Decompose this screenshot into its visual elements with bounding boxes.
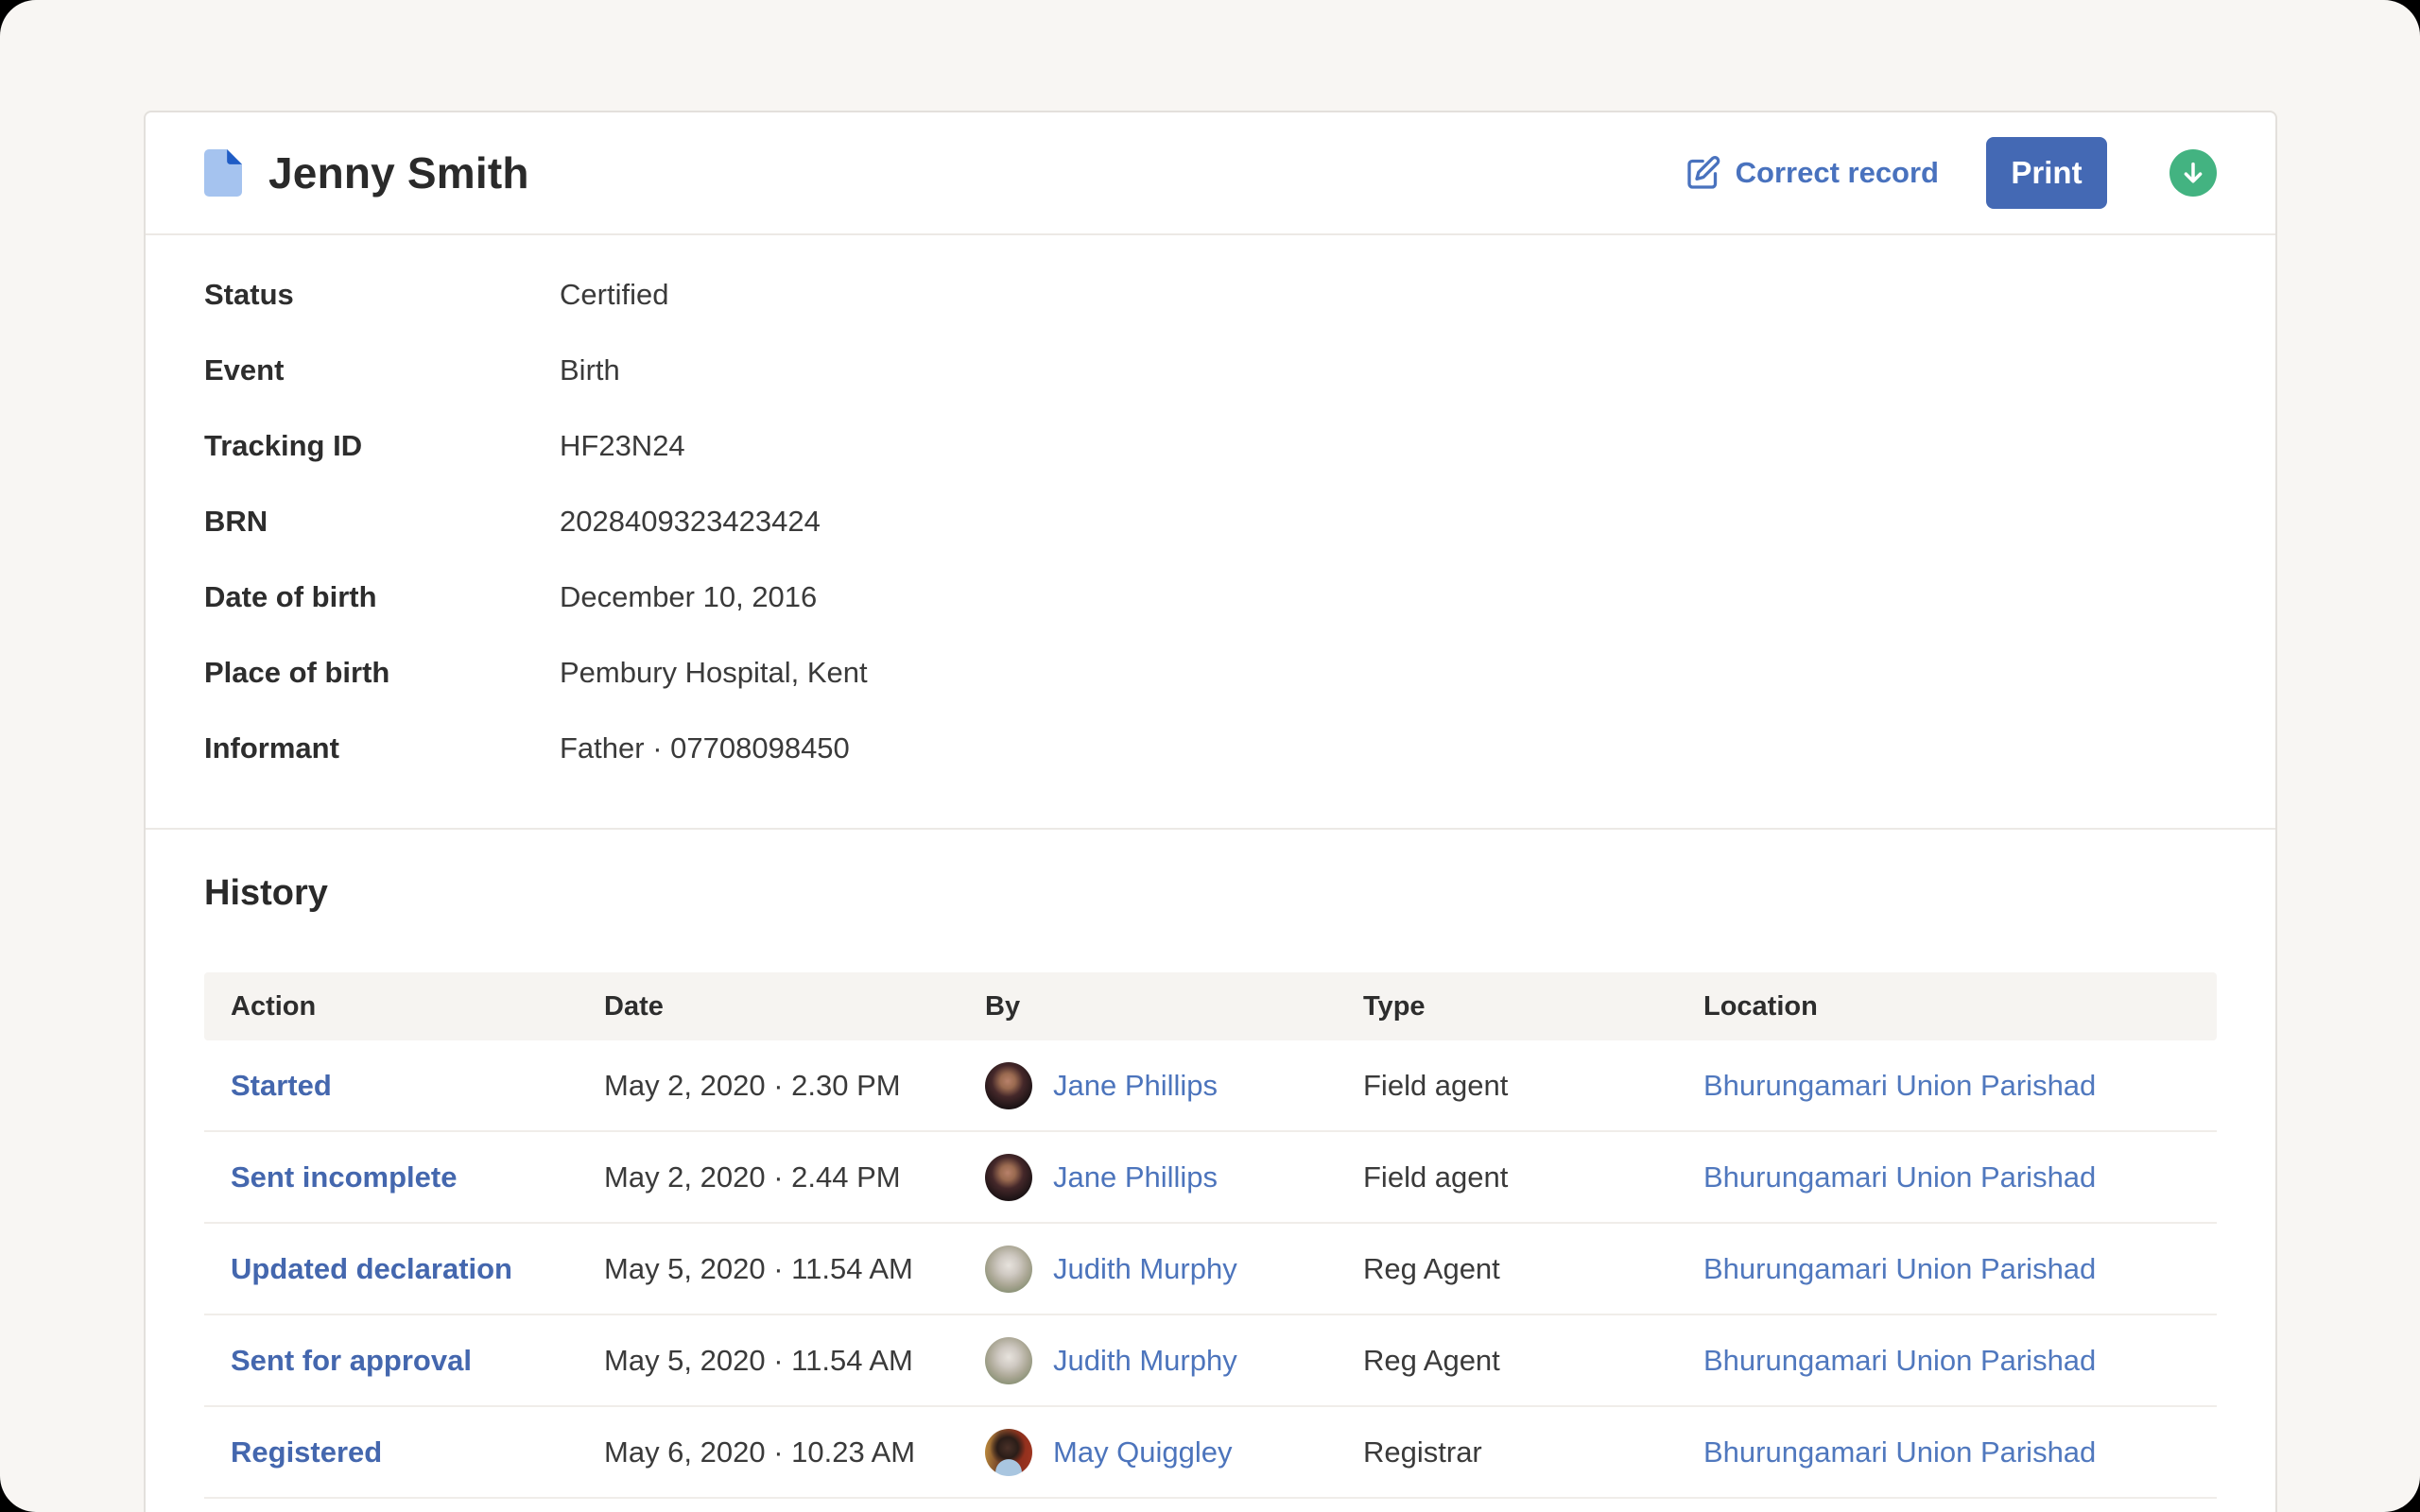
correct-record-label: Correct record [1736, 156, 1939, 190]
row-date: May 5, 2020 · 11.54 AM [604, 1252, 985, 1286]
page-title: Jenny Smith [268, 147, 529, 198]
field-value: December 10, 2016 [560, 580, 817, 614]
table-row: Sent incomplete May 2, 2020 · 2.44 PM Ja… [204, 1132, 2217, 1224]
action-link[interactable]: Registered [231, 1435, 382, 1469]
field-row-status: Status Certified [204, 257, 2217, 333]
user-link[interactable]: Judith Murphy [1053, 1344, 1237, 1378]
location-link[interactable]: Bhurungamari Union Parishad [1703, 1069, 2096, 1102]
action-link[interactable]: Sent for approval [231, 1344, 472, 1377]
field-value: Father · 07708098450 [560, 731, 850, 765]
arrow-down-icon [2180, 160, 2206, 186]
location-link[interactable]: Bhurungamari Union Parishad [1703, 1344, 2096, 1377]
field-label: Tracking ID [204, 429, 560, 463]
table-row: Registered May 6, 2020 · 10.23 AM May Qu… [204, 1407, 2217, 1499]
user-avatar [985, 1337, 1032, 1384]
field-label: Date of birth [204, 580, 560, 614]
table-row: Started May 2, 2020 · 2.30 PM Jane Phill… [204, 1040, 2217, 1132]
action-link[interactable]: Started [231, 1069, 332, 1102]
row-date: May 5, 2020 · 11.54 AM [604, 1344, 985, 1378]
row-type: Field agent [1363, 1160, 1703, 1194]
correct-record-button[interactable]: Correct record [1685, 154, 1939, 192]
field-label: Place of birth [204, 656, 560, 690]
record-info: Status Certified Event Birth Tracking ID… [146, 235, 2275, 828]
location-link[interactable]: Bhurungamari Union Parishad [1703, 1252, 2096, 1285]
app-background: Jenny Smith Correct record Print [0, 0, 2420, 1512]
field-label: Status [204, 278, 560, 312]
action-link[interactable]: Updated declaration [231, 1252, 512, 1285]
row-type: Field agent [1363, 1069, 1703, 1103]
field-row-tracking-id: Tracking ID HF23N24 [204, 408, 2217, 484]
row-type: Registrar [1363, 1435, 1703, 1469]
field-value: 2028409323423424 [560, 505, 821, 539]
history-section: History Action Date By Type Location Sta… [146, 828, 2275, 1499]
column-header-type: Type [1363, 991, 1703, 1022]
history-table-header: Action Date By Type Location [204, 972, 2217, 1040]
column-header-location: Location [1703, 991, 2190, 1022]
table-row: Updated declaration May 5, 2020 · 11.54 … [204, 1224, 2217, 1315]
user-avatar [985, 1246, 1032, 1293]
field-value: Certified [560, 278, 668, 312]
column-header-action: Action [231, 991, 604, 1022]
field-value: Pembury Hospital, Kent [560, 656, 868, 690]
location-link[interactable]: Bhurungamari Union Parishad [1703, 1435, 2096, 1469]
field-row-informant: Informant Father · 07708098450 [204, 711, 2217, 786]
download-button[interactable] [2169, 149, 2217, 197]
action-link[interactable]: Sent incomplete [231, 1160, 457, 1194]
header-actions: Correct record Print [1685, 137, 2217, 209]
print-button[interactable]: Print [1986, 137, 2107, 209]
user-avatar [985, 1429, 1032, 1476]
user-link[interactable]: Jane Phillips [1053, 1160, 1218, 1194]
row-type: Reg Agent [1363, 1252, 1703, 1286]
field-label: Informant [204, 731, 560, 765]
user-avatar [985, 1062, 1032, 1109]
user-link[interactable]: May Quiggley [1053, 1435, 1233, 1469]
user-avatar [985, 1154, 1032, 1201]
field-label: BRN [204, 505, 560, 539]
user-link[interactable]: Jane Phillips [1053, 1069, 1218, 1103]
history-table: Action Date By Type Location Started May… [204, 972, 2217, 1499]
edit-icon [1685, 154, 1722, 192]
field-value: Birth [560, 353, 620, 387]
row-date: May 2, 2020 · 2.44 PM [604, 1160, 985, 1194]
field-row-brn: BRN 2028409323423424 [204, 484, 2217, 559]
record-header: Jenny Smith Correct record Print [146, 112, 2275, 235]
field-row-date-of-birth: Date of birth December 10, 2016 [204, 559, 2217, 635]
field-label: Event [204, 353, 560, 387]
column-header-date: Date [604, 991, 985, 1022]
record-card: Jenny Smith Correct record Print [144, 111, 2277, 1512]
column-header-by: By [985, 991, 1363, 1022]
location-link[interactable]: Bhurungamari Union Parishad [1703, 1160, 2096, 1194]
field-value: HF23N24 [560, 429, 685, 463]
document-icon [204, 148, 242, 198]
row-date: May 2, 2020 · 2.30 PM [604, 1069, 985, 1103]
user-link[interactable]: Judith Murphy [1053, 1252, 1237, 1286]
field-row-place-of-birth: Place of birth Pembury Hospital, Kent [204, 635, 2217, 711]
table-row: Sent for approval May 5, 2020 · 11.54 AM… [204, 1315, 2217, 1407]
history-heading: History [204, 873, 2217, 914]
row-type: Reg Agent [1363, 1344, 1703, 1378]
row-date: May 6, 2020 · 10.23 AM [604, 1435, 985, 1469]
field-row-event: Event Birth [204, 333, 2217, 408]
